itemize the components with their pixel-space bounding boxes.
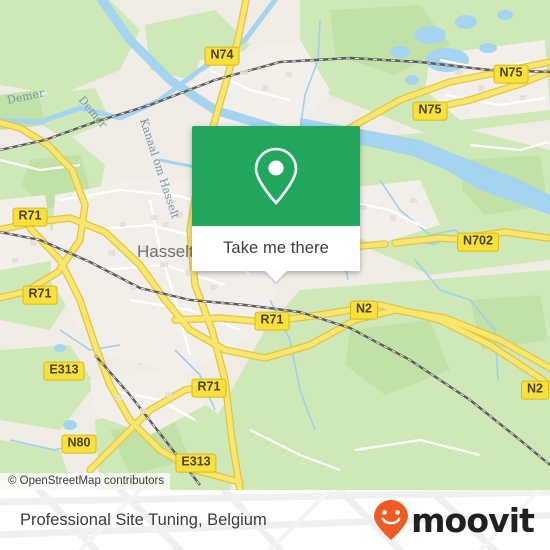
road-shield: N2 — [350, 300, 378, 320]
moovit-wordmark: moovit — [411, 500, 535, 540]
road-shield: N2 — [521, 380, 549, 400]
moovit-logo[interactable]: moovit — [372, 490, 535, 550]
road-shield: R71 — [254, 311, 290, 331]
road-shield: N80 — [61, 434, 97, 454]
map-canvas[interactable]: Demer Demer Kanaal om Hasselt Hasselt N7… — [0, 0, 550, 490]
road-shield: R71 — [191, 378, 227, 398]
road-shield: E313 — [43, 361, 85, 381]
callout-action-bar[interactable]: Take me there — [192, 226, 360, 282]
moovit-map-screenshot: Demer Demer Kanaal om Hasselt Hasselt N7… — [0, 0, 550, 550]
footer-bar: Professional Site Tuning, Belgium moovit — [0, 490, 550, 550]
road-shield: E313 — [175, 453, 217, 473]
city-label-hasselt: Hasselt — [137, 242, 194, 261]
osm-attribution[interactable]: © OpenStreetMap contributors — [0, 473, 171, 490]
take-me-there-label: Take me there — [223, 239, 329, 257]
moovit-smiley-pin-icon — [374, 500, 409, 540]
callout-image-area — [192, 126, 360, 226]
road-shield: R71 — [22, 285, 58, 305]
road-shield: N75 — [412, 101, 448, 121]
location-callout-card[interactable]: Take me there — [192, 126, 360, 282]
road-shield: N702 — [457, 232, 499, 252]
road-shield: N74 — [204, 46, 240, 66]
road-shield: N75 — [493, 64, 529, 84]
road-shield: R71 — [12, 207, 48, 227]
callout-pointer-tip — [265, 271, 287, 282]
map-pin-icon — [254, 147, 298, 205]
place-title: Professional Site Tuning, Belgium — [20, 511, 267, 529]
